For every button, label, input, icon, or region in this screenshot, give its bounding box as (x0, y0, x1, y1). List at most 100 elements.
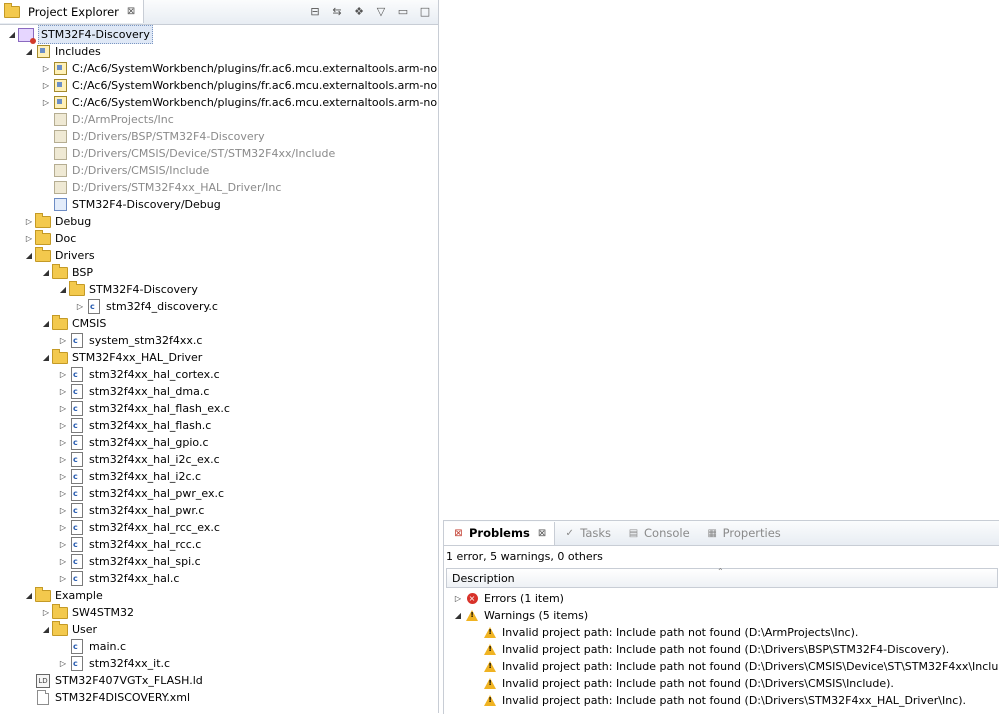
problem-row[interactable]: Invalid project path: Include path not f… (470, 641, 949, 658)
collapsed-arrow-icon[interactable]: ▷ (57, 506, 69, 515)
tree-item-label: Debug (55, 215, 92, 228)
expanded-arrow-icon[interactable]: ◢ (40, 625, 52, 634)
tree-item[interactable]: ◢ User (40, 620, 97, 638)
collapsed-arrow-icon[interactable]: ▷ (23, 217, 35, 226)
collapsed-arrow-icon[interactable]: ▷ (40, 81, 52, 90)
collapsed-arrow-icon[interactable]: ▷ (57, 659, 69, 668)
problem-row[interactable]: Invalid project path: Include path not f… (470, 624, 858, 641)
collapsed-arrow-icon[interactable]: ▷ (23, 234, 35, 243)
tree-item[interactable]: ▷ stm32f4xx_hal_i2c_ex.c (57, 451, 220, 468)
tree-item[interactable]: ▷ Doc (23, 229, 76, 247)
collapsed-arrow-icon[interactable]: ▷ (57, 421, 69, 430)
close-icon[interactable]: ⊠ (127, 6, 135, 17)
tree-item[interactable]: ▷ stm32f4xx_hal_spi.c (57, 553, 201, 570)
collapsed-arrow-icon[interactable]: ▷ (57, 540, 69, 549)
tree-item[interactable]: ▷ stm32f4xx_hal_pwr.c (57, 502, 204, 519)
collapsed-arrow-icon[interactable]: ▷ (57, 370, 69, 379)
tree-item[interactable]: D:/Drivers/CMSIS/Include (40, 162, 209, 179)
tree-item[interactable]: ▷ stm32f4xx_it.c (57, 655, 170, 672)
collapsed-arrow-icon[interactable]: ▷ (57, 489, 69, 498)
problem-row[interactable]: Invalid project path: Include path not f… (470, 658, 999, 675)
tree-item[interactable]: ▷ stm32f4xx_hal.c (57, 570, 179, 587)
expanded-arrow-icon[interactable]: ◢ (452, 611, 464, 620)
tree-item[interactable]: ▷ C:/Ac6/SystemWorkbench/plugins/fr.ac6.m… (40, 60, 439, 77)
tree-item[interactable]: ▷ stm32f4xx_hal_pwr_ex.c (57, 485, 224, 502)
collapsed-arrow-icon[interactable]: ▷ (74, 302, 86, 311)
expanded-arrow-icon[interactable]: ◢ (23, 47, 35, 56)
collapsed-arrow-icon[interactable]: ▷ (57, 404, 69, 413)
tab-problems[interactable]: ⊠ Problems ⊠ (444, 521, 556, 545)
problem-row[interactable]: ▷ × Errors (1 item) (452, 590, 564, 607)
description-column-header[interactable]: ⌃ Description (446, 567, 998, 588)
project-explorer-tab[interactable]: Project Explorer ⊠ (0, 0, 145, 23)
tree-item[interactable]: ◢ Includes (23, 43, 101, 60)
problem-row[interactable]: ◢ Warnings (5 items) (452, 607, 588, 624)
collapsed-arrow-icon[interactable]: ▷ (57, 472, 69, 481)
tree-item[interactable]: ▷ stm32f4xx_hal_gpio.c (57, 434, 209, 451)
tree-item[interactable]: ◢ BSP (40, 263, 93, 281)
tree-item[interactable]: ◢ Drivers (23, 246, 95, 264)
tab-properties[interactable]: ▦ Properties (698, 522, 789, 545)
tree-item[interactable]: ◢ STM32F4xx_HAL_Driver (40, 348, 202, 366)
tree-item-label: C:/Ac6/SystemWorkbench/plugins/fr.ac6.mc… (72, 62, 439, 75)
expanded-arrow-icon[interactable]: ◢ (6, 30, 18, 39)
collapsed-arrow-icon[interactable]: ▷ (40, 608, 52, 617)
collapsed-arrow-icon[interactable]: ▷ (40, 64, 52, 73)
collapsed-arrow-icon[interactable]: ▷ (57, 557, 69, 566)
maximize-icon[interactable]: □ (418, 4, 432, 18)
tree-item[interactable]: ▷ C:/Ac6/SystemWorkbench/plugins/fr.ac6.m… (40, 94, 438, 111)
tree-item[interactable]: D:/ArmProjects/Inc (40, 111, 174, 128)
expanded-arrow-icon[interactable]: ◢ (40, 353, 52, 362)
collapsed-arrow-icon[interactable]: ▷ (57, 455, 69, 464)
expanded-arrow-icon[interactable]: ◢ (23, 591, 35, 600)
tree-item[interactable]: ◢ STM32F4-Discovery (57, 280, 198, 298)
expanded-arrow-icon[interactable]: ◢ (40, 319, 52, 328)
collapsed-arrow-icon[interactable]: ▷ (40, 98, 52, 107)
tree-item[interactable]: LD STM32F407VGTx_FLASH.ld (23, 672, 203, 689)
tree-item[interactable]: ▷ C:/Ac6/SystemWorkbench/plugins/fr.ac6.m… (40, 77, 438, 94)
tree-item[interactable]: D:/Drivers/STM32F4xx_HAL_Driver/Inc (40, 179, 281, 196)
problem-description: Invalid project path: Include path not f… (502, 643, 950, 656)
tree-item[interactable]: D:/Drivers/BSP/STM32F4-Discovery (40, 128, 265, 145)
tree-item[interactable]: main.c (57, 638, 126, 655)
collapsed-arrow-icon[interactable]: ▷ (57, 336, 69, 345)
tree-item[interactable]: ▷ stm32f4xx_hal_rcc.c (57, 536, 201, 553)
collapsed-arrow-icon[interactable]: ▷ (57, 574, 69, 583)
tree-item[interactable]: ▷ Debug (23, 212, 92, 230)
expanded-arrow-icon[interactable]: ◢ (57, 285, 69, 294)
view-menu-icon[interactable]: ▽ (374, 4, 388, 18)
tree-item[interactable]: ◢ Example (23, 586, 103, 604)
collapse-all-icon[interactable]: ⊟ (308, 4, 322, 18)
tree-item[interactable]: ▷ stm32f4_discovery.c (74, 298, 218, 315)
collapsed-arrow-icon[interactable]: ▷ (57, 387, 69, 396)
collapsed-arrow-icon[interactable]: ▷ (452, 594, 464, 603)
tree-item[interactable]: ▷ stm32f4xx_hal_flash.c (57, 417, 211, 434)
tree-item[interactable]: ▷ stm32f4xx_hal_rcc_ex.c (57, 519, 220, 536)
tree-item[interactable]: ▷ stm32f4xx_hal_cortex.c (57, 366, 220, 383)
collapsed-arrow-icon[interactable]: ▷ (57, 523, 69, 532)
tree-item[interactable]: ▷ SW4STM32 (40, 603, 134, 621)
tree-item[interactable]: ◢ CMSIS (40, 314, 106, 332)
tree-item-label: system_stm32f4xx.c (89, 334, 203, 347)
minimize-icon[interactable]: ▭ (396, 4, 410, 18)
tree-item[interactable]: ◢ STM32F4-Discovery (6, 25, 153, 44)
filter-icon[interactable]: ❖ (352, 4, 366, 18)
tree-item[interactable]: ▷ stm32f4xx_hal_flash_ex.c (57, 400, 230, 417)
expanded-arrow-icon[interactable]: ◢ (23, 251, 35, 260)
tab-console[interactable]: ▤ Console (619, 522, 698, 545)
close-icon[interactable]: ⊠ (538, 528, 546, 539)
tree-item[interactable]: STM32F4-Discovery/Debug (40, 196, 221, 213)
problem-row[interactable]: Invalid project path: Include path not f… (470, 692, 966, 709)
expanded-arrow-icon[interactable]: ◢ (40, 268, 52, 277)
collapsed-arrow-icon[interactable]: ▷ (57, 438, 69, 447)
tree-item[interactable]: STM32F4DISCOVERY.xml (23, 689, 190, 706)
tree-item[interactable]: D:/Drivers/CMSIS/Device/ST/STM32F4xx/Inc… (40, 145, 335, 162)
tree-item[interactable]: ▷ stm32f4xx_hal_i2c.c (57, 468, 201, 485)
tab-tasks[interactable]: ✓ Tasks (555, 522, 619, 545)
tree-item[interactable]: ▷ system_stm32f4xx.c (57, 332, 202, 349)
problems-summary: 1 error, 5 warnings, 0 others (446, 550, 603, 563)
problem-row[interactable]: Invalid project path: Include path not f… (470, 675, 894, 692)
link-with-editor-icon[interactable]: ⇆ (330, 4, 344, 18)
tree-item[interactable]: ▷ stm32f4xx_hal_dma.c (57, 383, 209, 400)
tree-item-label: D:/Drivers/BSP/STM32F4-Discovery (72, 130, 265, 143)
